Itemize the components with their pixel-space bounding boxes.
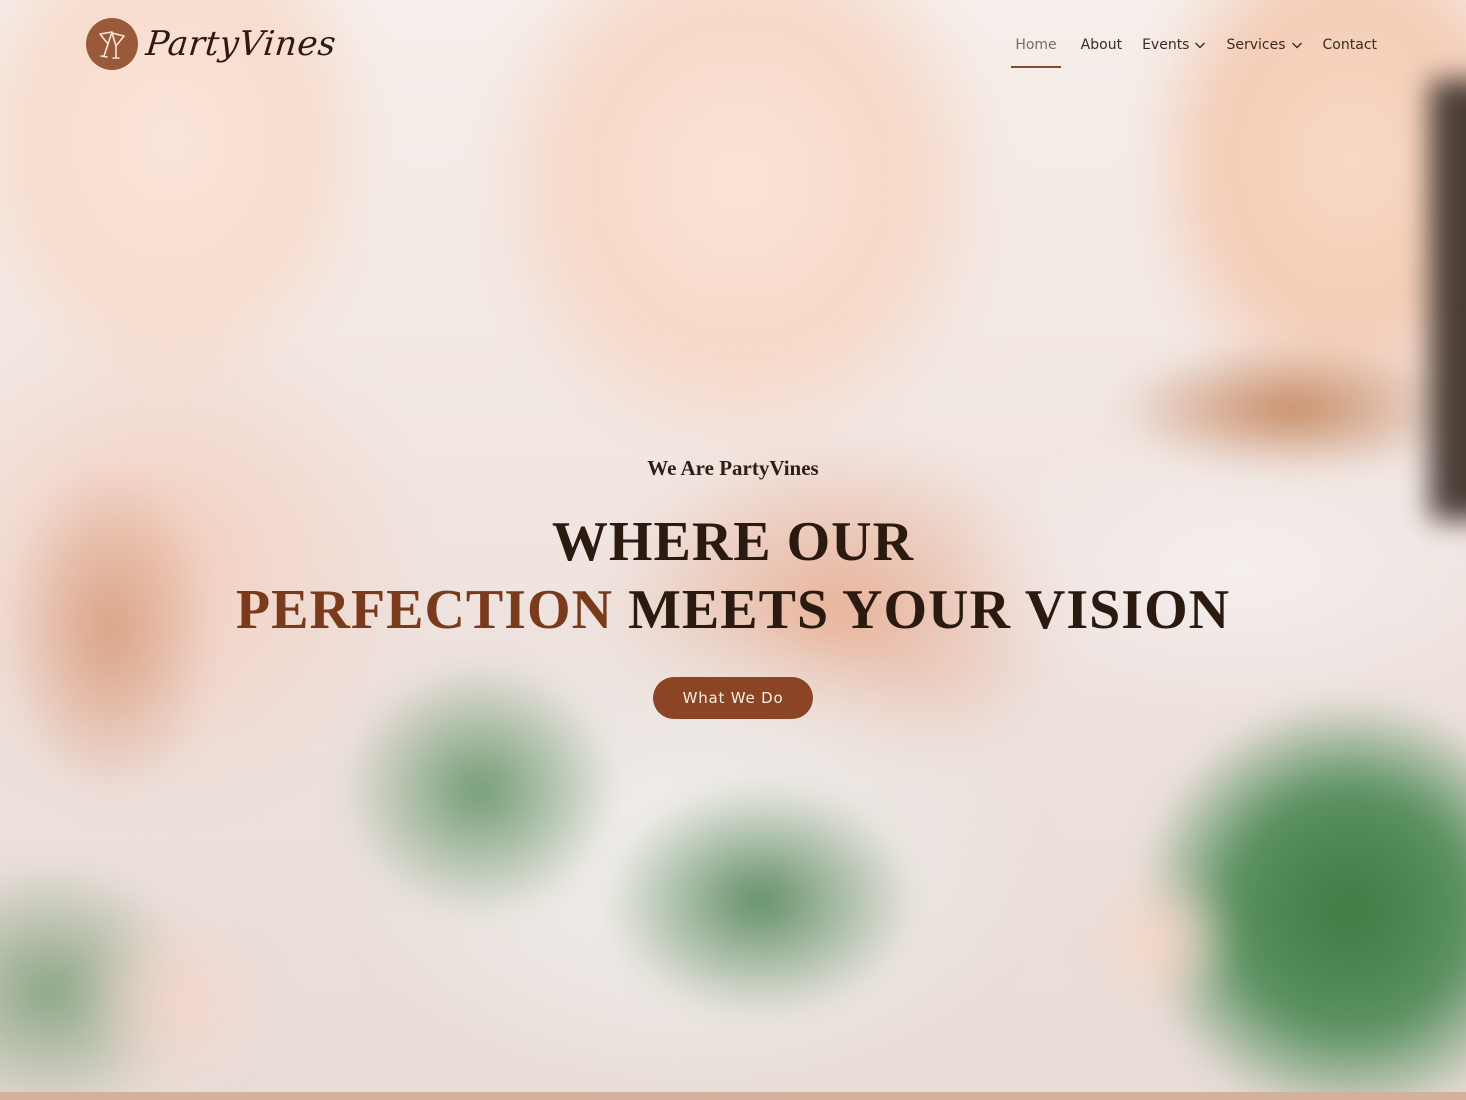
- nav-item-home[interactable]: Home: [1011, 34, 1062, 68]
- hero-headline-rest: MEETS YOUR VISION: [613, 579, 1231, 641]
- nav-item-label: Contact: [1322, 37, 1377, 53]
- brand-logo-link[interactable]: PartyVines: [86, 18, 339, 70]
- hero-headline: WHERE OUR PERFECTION MEETS YOUR VISION: [0, 508, 1466, 644]
- nav-item-label: Services: [1226, 37, 1286, 53]
- nav-item-label: Home: [1015, 37, 1057, 53]
- brand-name: PartyVines: [143, 24, 339, 64]
- chevron-down-icon: [1195, 42, 1206, 49]
- nav-item-events[interactable]: Events: [1142, 34, 1206, 56]
- nav-item-about[interactable]: About: [1081, 34, 1122, 56]
- site-header: PartyVines Home About Events Services Co…: [0, 0, 1466, 90]
- main-nav: Home About Events Services Contact: [991, 34, 1377, 68]
- nav-item-label: About: [1080, 37, 1123, 53]
- what-we-do-button[interactable]: What We Do: [653, 677, 813, 719]
- nav-item-label: Events: [1142, 37, 1190, 53]
- section-divider-strip: [0, 1092, 1466, 1100]
- nav-item-services[interactable]: Services: [1226, 34, 1302, 56]
- hero-headline-accent: PERFECTION: [235, 579, 614, 641]
- nav-item-contact[interactable]: Contact: [1323, 34, 1377, 56]
- hero-headline-line1: WHERE OUR: [551, 511, 915, 573]
- cocktail-glasses-icon: [86, 18, 138, 70]
- chevron-down-icon: [1291, 42, 1302, 49]
- hero-eyebrow: We Are PartyVines: [647, 456, 819, 480]
